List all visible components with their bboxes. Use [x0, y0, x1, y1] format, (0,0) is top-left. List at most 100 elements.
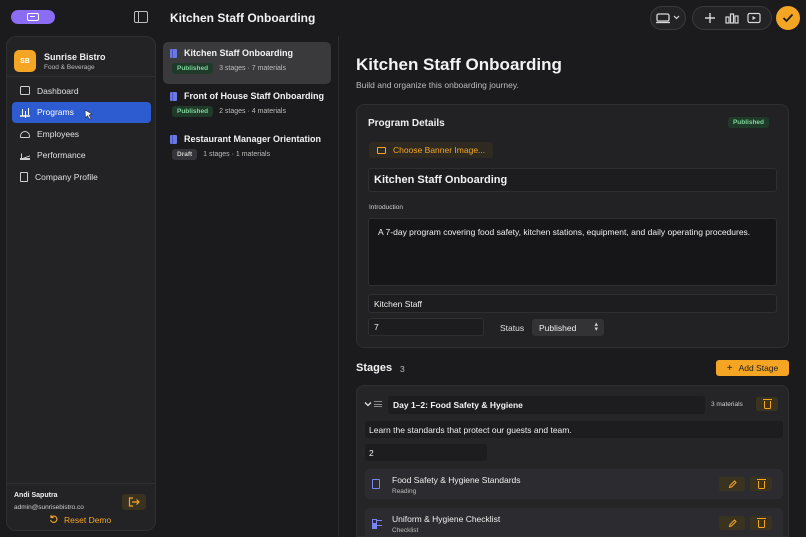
document-icon [372, 479, 380, 489]
sidebar-item-performance[interactable]: Performance [12, 145, 151, 166]
material-item[interactable]: Food Safety & Hygiene Standards Reading [365, 469, 783, 499]
confirm-check-button[interactable] [776, 6, 800, 30]
divider [7, 76, 155, 77]
duration-input[interactable]: 7 [368, 318, 484, 336]
program-heading: Kitchen Staff Onboarding [356, 55, 562, 74]
sidebar-nav: Dashboard Programs Employees Performance… [12, 80, 151, 188]
sidebar-item-label: Company Profile [35, 171, 98, 182]
status-label: Status [500, 323, 525, 333]
company-name: Sunrise Bistro [44, 51, 106, 62]
check-icon [782, 13, 794, 23]
stages-count: 3 [400, 364, 405, 374]
updown-chevron-icon: ▴ ▾ [594, 321, 598, 333]
section-title: Program Details [368, 118, 445, 129]
trash-icon [756, 479, 766, 489]
sidebar-item-label: Programs [37, 107, 74, 117]
material-item[interactable]: Uniform & Hygiene Checklist Checklist [365, 508, 783, 536]
laptop-icon [27, 13, 39, 21]
pencil-icon [728, 518, 737, 527]
image-icon [377, 146, 386, 154]
sidebar-item-programs[interactable]: Programs [12, 101, 151, 123]
sidebar: SB Sunrise Bistro Food & Beverage Dashbo… [6, 36, 156, 531]
dashboard-icon [20, 86, 30, 95]
stage-description-input[interactable]: Learn the standards that protect our gue… [365, 421, 783, 438]
building-icon [20, 171, 28, 182]
book-icon [170, 134, 177, 144]
program-title: Front of House Staff Onboarding [184, 91, 324, 101]
device-preview-dropdown[interactable] [650, 6, 686, 30]
sidebar-item-dashboard[interactable]: Dashboard [12, 80, 151, 101]
reset-demo-button[interactable]: Reset Demo [49, 514, 111, 525]
user-email: admin@sunrisebistro.co [14, 504, 84, 511]
program-title-input[interactable]: Kitchen Staff Onboarding [368, 168, 777, 192]
company-industry: Food & Beverage [44, 63, 95, 71]
page-header-title: Kitchen Staff Onboarding [170, 11, 316, 25]
material-type: Checklist [392, 527, 419, 534]
book-icon [170, 91, 177, 101]
status-badge: Published [172, 63, 214, 74]
sidebar-item-label: Dashboard [37, 85, 79, 96]
drag-handle-icon[interactable] [374, 401, 382, 407]
audience-input[interactable]: Kitchen Staff [368, 294, 777, 313]
program-meta: 1 stages · 1 materials [203, 151, 271, 158]
trash-icon [756, 518, 766, 528]
program-card[interactable]: Front of House Staff Onboarding Publishe… [163, 85, 331, 127]
program-meta: 3 stages · 7 materials [219, 65, 286, 72]
stage-name-input[interactable]: Day 1–2: Food Safety & Hygiene [388, 396, 705, 414]
toolbar-actions [692, 6, 772, 30]
reset-icon [49, 514, 58, 525]
choose-banner-label: Choose Banner Image... [393, 145, 486, 155]
stage-days-input[interactable]: 2 [365, 444, 487, 461]
top-bar: Kitchen Staff Onboarding [0, 0, 806, 36]
introduction-label: Introduction [369, 204, 403, 211]
program-card[interactable]: Restaurant Manager Orientation Draft 1 s… [163, 128, 331, 170]
add-stage-label: Add Stage [738, 363, 779, 373]
add-stage-button[interactable]: + Add Stage [716, 360, 789, 376]
material-title: Uniform & Hygiene Checklist [392, 514, 501, 524]
add-icon[interactable] [701, 9, 719, 27]
logout-button[interactable] [122, 494, 146, 510]
program-card[interactable]: Kitchen Staff Onboarding Published 3 sta… [163, 42, 331, 84]
company-switcher[interactable]: SB Sunrise Bistro Food & Beverage [14, 44, 150, 78]
delete-material-button[interactable] [750, 477, 772, 491]
program-details-card: Program Details Published Choose Banner … [356, 104, 789, 348]
status-badge: Published [727, 117, 769, 128]
edit-material-button[interactable] [719, 477, 745, 491]
stats-icon[interactable] [723, 9, 741, 27]
trash-icon [762, 399, 772, 409]
employees-icon [20, 131, 30, 138]
material-type: Reading [392, 488, 417, 495]
divider [7, 483, 155, 484]
program-meta: 2 stages · 4 materials [219, 108, 286, 115]
company-avatar: SB [14, 50, 36, 72]
play-preview-icon[interactable] [745, 9, 763, 27]
program-title: Kitchen Staff Onboarding [184, 48, 293, 58]
chevron-down-icon[interactable] [364, 400, 372, 409]
device-icon [656, 13, 680, 24]
user-name: Andi Saputra [14, 492, 58, 499]
choose-banner-button[interactable]: Choose Banner Image... [369, 142, 494, 158]
status-select[interactable]: Published ▴ ▾ [532, 319, 604, 336]
delete-stage-button[interactable] [756, 397, 778, 411]
material-title: Food Safety & Hygiene Standards [392, 475, 521, 485]
edit-material-button[interactable] [719, 516, 745, 530]
sidebar-item-employees[interactable]: Employees [12, 123, 151, 144]
program-list: Kitchen Staff Onboarding Published 3 sta… [163, 36, 335, 537]
sidebar-item-label: Employees [37, 128, 80, 139]
sidebar-toggle-icon[interactable] [134, 11, 148, 23]
reset-demo-label: Reset Demo [64, 514, 112, 525]
program-title: Restaurant Manager Orientation [184, 134, 322, 144]
status-badge: Draft [172, 149, 198, 160]
status-select-value: Published [539, 322, 577, 333]
delete-material-button[interactable] [750, 516, 772, 530]
stages-heading: Stages [356, 362, 393, 374]
plus-icon: + [726, 362, 733, 374]
status-badge: Published [172, 106, 214, 117]
app-logo-button[interactable] [11, 10, 55, 24]
book-icon [170, 48, 177, 58]
pencil-icon [728, 479, 737, 488]
divider [338, 36, 339, 537]
introduction-textarea[interactable]: A 7-day program covering food safety, ki… [368, 218, 777, 286]
sidebar-item-company-profile[interactable]: Company Profile [12, 166, 151, 187]
logout-icon [128, 497, 140, 507]
